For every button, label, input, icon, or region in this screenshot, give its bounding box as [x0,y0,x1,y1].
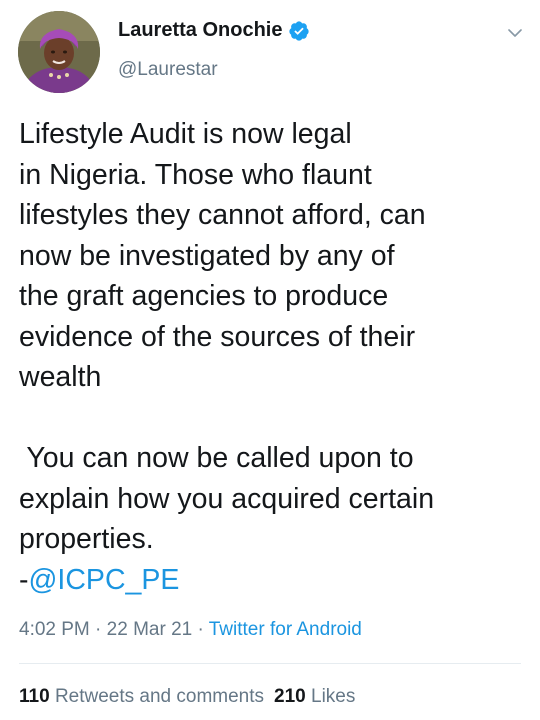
attribution-prefix: - [19,563,29,596]
tweet-date[interactable]: 22 Mar 21 [107,619,193,640]
tweet-text: Lifestyle Audit is now legal in Nigeria.… [19,114,524,600]
tweet-line: lifestyles they cannot afford, can [19,199,426,231]
tweet-time[interactable]: 4:02 PM [19,619,90,640]
tweet-line: Lifestyle Audit is now legal [19,118,352,150]
chevron-down-icon[interactable] [506,24,524,42]
author-name-text: Lauretta Onochie [118,19,283,41]
tweet-line: now be investigated by any of [19,239,395,272]
tweet-line: the graft agencies to produce [19,280,389,312]
retweets-stat[interactable]: 110 Retweets and comments [19,686,264,707]
profile-photo [18,11,100,93]
likes-stat[interactable]: 210 Likes [274,686,355,707]
tweet-line: in Nigeria. Those who flaunt [19,158,372,191]
divider [19,663,521,664]
meta-separator: · [89,619,107,640]
tweet-line: You can now be called upon to [19,442,414,474]
likes-label: Likes [311,686,356,707]
tweet-line: properties. [19,523,154,555]
tweet-metadata: 4:02 PM · 22 Mar 21 · Twitter for Androi… [19,619,362,641]
tweet-line: explain how you acquired certain [19,482,435,515]
retweets-label: Retweets and comments [54,686,265,707]
tweet-stats: 110 Retweets and comments 210 Likes [19,686,355,708]
retweets-count: 110 [19,686,50,707]
avatar[interactable] [18,11,100,93]
tweet-line: wealth [19,361,102,393]
tweet-source-link[interactable]: Twitter for Android [209,619,362,640]
mention-link[interactable]: @ICPC_PE [29,564,180,596]
likes-count: 210 [274,686,306,707]
author-handle[interactable]: @Laurestar [118,59,218,81]
tweet-line: evidence of the sources of their [19,320,416,353]
verified-badge-icon [289,20,310,41]
meta-separator: · [192,619,209,640]
author-display-name[interactable]: Lauretta Onochie [118,19,310,42]
